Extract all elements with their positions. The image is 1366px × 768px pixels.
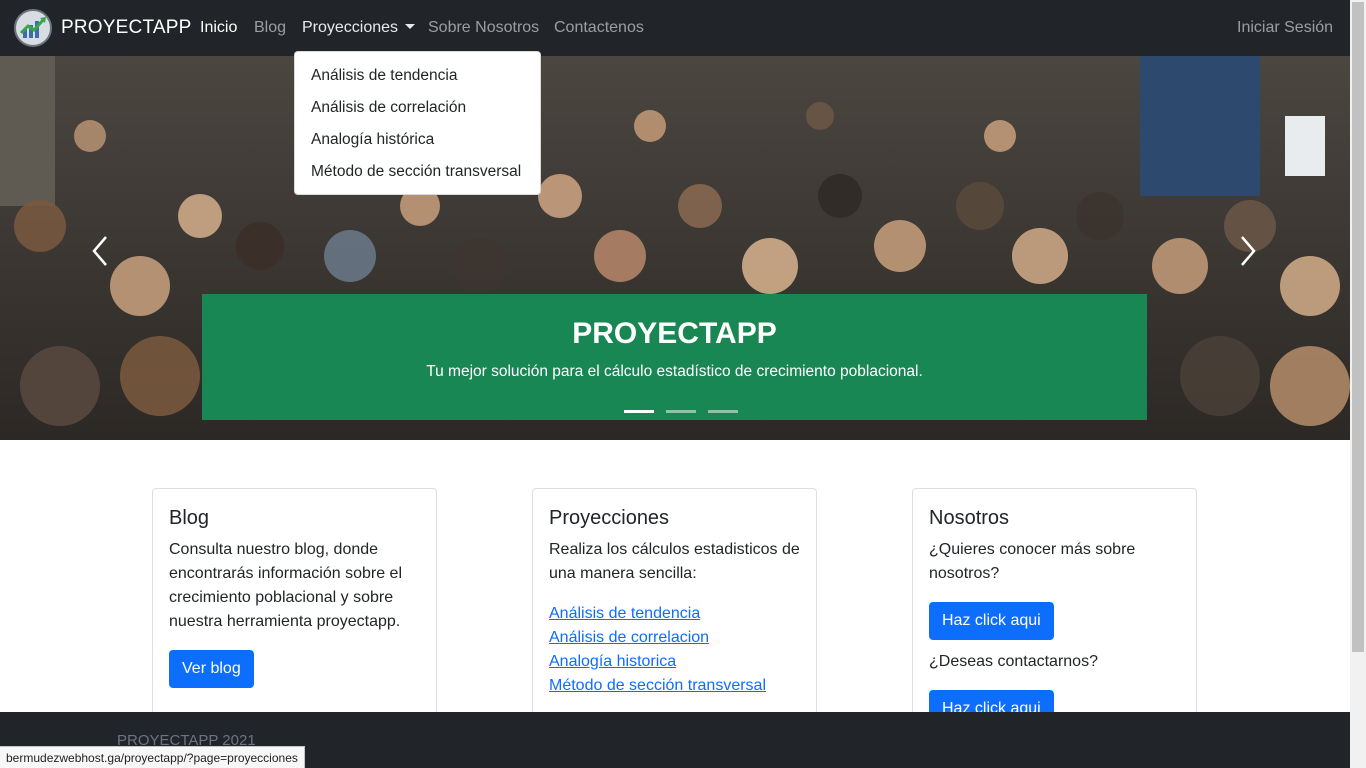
card-nosotros-question-2: ¿Deseas contactarnos? xyxy=(929,653,1098,670)
carousel-indicator-1[interactable] xyxy=(624,410,654,413)
card-nosotros-title: Nosotros xyxy=(929,507,1010,529)
carousel-indicators xyxy=(624,410,750,413)
nav-proyecciones-label: Proyecciones xyxy=(302,19,399,36)
carousel-next-icon[interactable] xyxy=(1232,231,1262,271)
dropdown-item-analogia[interactable]: Analogía histórica xyxy=(295,124,540,156)
brand-name: PROYECTAPP xyxy=(61,17,192,38)
carousel-prev-icon[interactable] xyxy=(86,231,116,271)
link-analogia[interactable]: Analogía historica xyxy=(549,650,800,674)
proyecciones-links: Análisis de tendencia Análisis de correl… xyxy=(549,602,800,698)
link-seccion-transversal[interactable]: Método de sección transversal xyxy=(549,674,800,698)
link-correlacion[interactable]: Análisis de correlacion xyxy=(549,626,800,650)
ver-blog-button[interactable]: Ver blog xyxy=(169,650,254,688)
brand[interactable]: PROYECTAPP xyxy=(14,9,191,47)
card-proyecciones-title: Proyecciones xyxy=(549,507,670,529)
dropdown-item-seccion-transversal[interactable]: Método de sección transversal xyxy=(295,156,540,188)
link-tendencia[interactable]: Análisis de tendencia xyxy=(549,602,800,626)
brand-logo-icon xyxy=(14,9,52,47)
navbar: PROYECTAPP Inicio Blog Proyecciones Sobr… xyxy=(0,0,1350,56)
nav-inicio[interactable]: Inicio xyxy=(200,19,237,37)
caret-down-icon xyxy=(405,24,416,29)
nav-blog[interactable]: Blog xyxy=(254,19,286,37)
carousel-caption: PROYECTAPP Tu mejor solución para el cál… xyxy=(202,294,1147,420)
card-proyecciones: Proyecciones Realiza los cálculos estadi… xyxy=(532,488,817,718)
card-proyecciones-text: Realiza los cálculos estadisticos de una… xyxy=(549,541,800,582)
caption-subtitle: Tu mejor solución para el cálculo estadí… xyxy=(426,363,923,380)
card-blog-text: Consulta nuestro blog, donde encontrarás… xyxy=(169,541,403,630)
carousel-indicator-3[interactable] xyxy=(708,410,738,413)
dropdown-item-tendencia[interactable]: Análisis de tendencia xyxy=(295,60,540,92)
nav-sobre-nosotros[interactable]: Sobre Nosotros xyxy=(428,19,539,37)
status-bar-url: bermudezwebhost.ga/proyectapp/?page=proy… xyxy=(0,746,305,768)
card-blog-title: Blog xyxy=(169,507,210,529)
conocer-nosotros-button[interactable]: Haz click aqui xyxy=(929,602,1054,640)
nav-login[interactable]: Iniciar Sesión xyxy=(1237,19,1333,37)
card-nosotros: Nosotros ¿Quieres conocer más sobre noso… xyxy=(912,488,1197,728)
card-blog: Blog Consulta nuestro blog, donde encont… xyxy=(152,488,437,718)
card-nosotros-question-1: ¿Quieres conocer más sobre nosotros? xyxy=(929,541,1136,582)
nav-proyecciones-toggle[interactable]: Proyecciones xyxy=(302,19,416,37)
scrollbar-thumb[interactable] xyxy=(1352,2,1364,652)
carousel-indicator-2[interactable] xyxy=(666,410,696,413)
caption-title: PROYECTAPP xyxy=(572,317,777,350)
vertical-scrollbar[interactable] xyxy=(1350,0,1366,768)
hero-carousel: PROYECTAPP Tu mejor solución para el cál… xyxy=(0,56,1350,440)
dropdown-item-correlacion[interactable]: Análisis de correlación xyxy=(295,92,540,124)
nav-contactenos[interactable]: Contactenos xyxy=(554,19,644,37)
proyecciones-dropdown-menu: Análisis de tendencia Análisis de correl… xyxy=(294,51,541,195)
